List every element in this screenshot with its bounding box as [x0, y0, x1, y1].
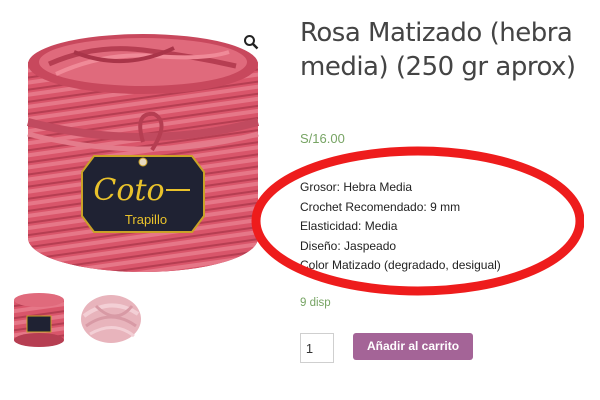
- main-product-image[interactable]: Coto Trapillo: [14, 22, 272, 278]
- magnifier-icon: [244, 35, 259, 50]
- brand-label: Coto Trapillo: [81, 155, 205, 233]
- thumbnail-1[interactable]: [6, 286, 72, 352]
- detail-elasticity: Elasticidad: Media: [300, 219, 398, 233]
- product-summary: Rosa Matizado (hebra media) (250 gr apro…: [300, 0, 600, 400]
- thumbnail-image-pink-roll: [6, 286, 72, 352]
- detail-design: Diseño: Jaspeado: [300, 238, 397, 253]
- brand-logo-text: Coto: [93, 173, 164, 208]
- detail-color: Color Matizado (degradado, desigual): [300, 258, 501, 272]
- thumbnail-2[interactable]: [76, 286, 142, 352]
- thumbnail-image-light-pink-yarn: [76, 286, 142, 352]
- product-price: S/16.00: [300, 131, 345, 146]
- detail-thickness: Grosor: Hebra Media: [300, 180, 413, 194]
- product-details: Grosor: Hebra Media Crochet Recomendado:…: [300, 178, 501, 276]
- product-title: Rosa Matizado (hebra media) (250 gr apro…: [300, 18, 576, 82]
- quantity-input[interactable]: [300, 333, 334, 363]
- brand-logo-subtext: Trapillo: [125, 212, 167, 227]
- detail-crochet-size: Crochet Recomendado: 9 mm: [300, 199, 461, 214]
- add-to-cart-button[interactable]: Añadir al carrito: [353, 333, 474, 360]
- stock-status: 9 disp: [300, 297, 331, 309]
- zoom-button[interactable]: [237, 28, 265, 56]
- product-gallery: Coto Trapillo: [0, 0, 280, 400]
